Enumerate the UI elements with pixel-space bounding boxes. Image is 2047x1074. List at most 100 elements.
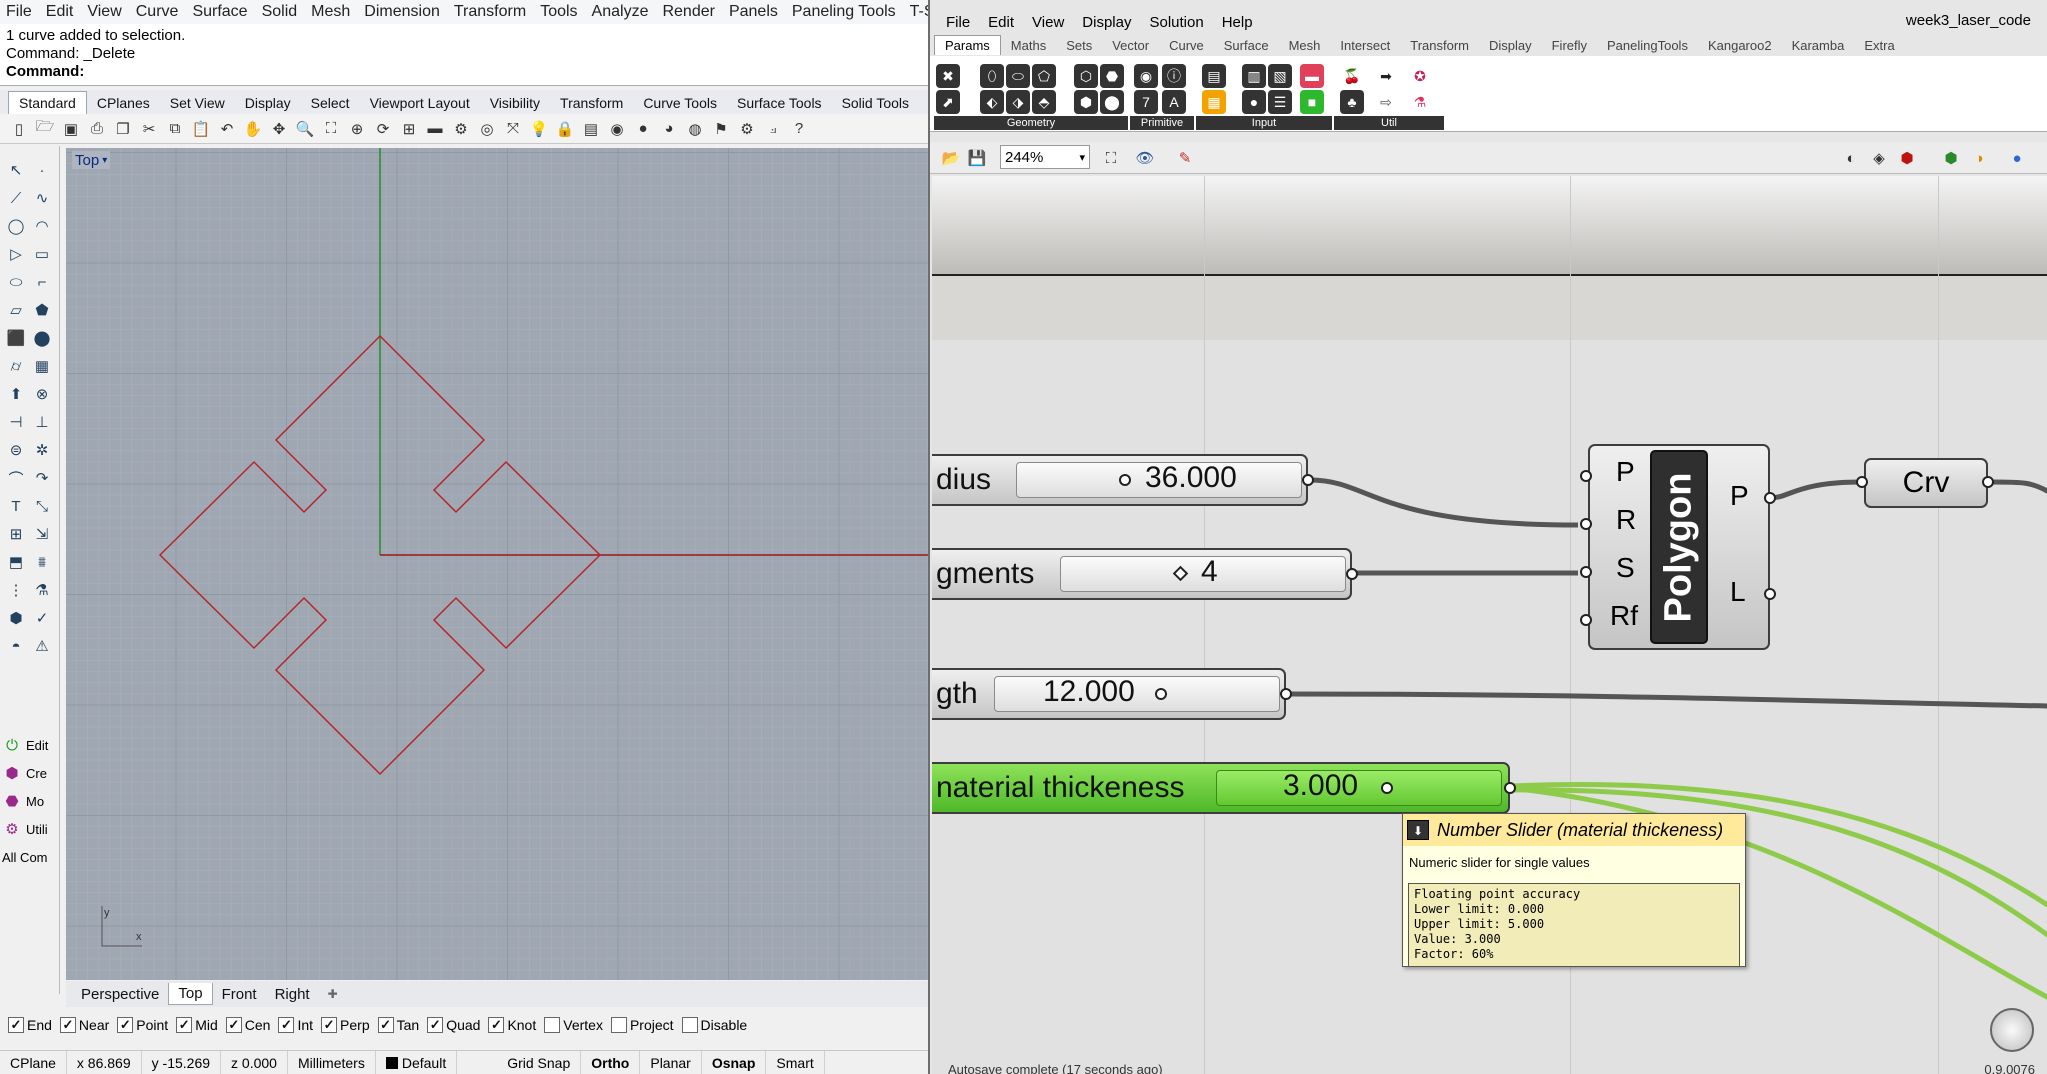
split-icon[interactable]: ⊥	[30, 410, 54, 434]
rectangle-icon[interactable]: ▭	[30, 242, 54, 266]
checkbox[interactable]	[681, 1017, 698, 1033]
gh-menu-display[interactable]: Display	[1082, 14, 1131, 31]
param-rect-icon[interactable]: ⬘	[1032, 90, 1056, 114]
arc-icon[interactable]: ◠	[30, 214, 54, 238]
mesh-icon[interactable]: ▦	[30, 354, 54, 378]
checkbox[interactable]: ✓	[321, 1017, 338, 1033]
tab-transform[interactable]: Transform	[550, 92, 633, 114]
checkbox[interactable]: ✓	[278, 1017, 295, 1033]
gh-menu-file[interactable]: File	[946, 14, 970, 31]
gh-tab-firefly[interactable]: Firefly	[1542, 36, 1597, 55]
zoom-select[interactable]: 244% ▾	[1000, 145, 1090, 169]
tab-cplanes[interactable]: CPlanes	[87, 92, 160, 114]
slider-segments-output-port[interactable]	[1346, 568, 1358, 580]
slider-grip[interactable]	[1119, 474, 1131, 486]
undo-icon[interactable]: ↶	[216, 118, 238, 140]
chevron-down-icon[interactable]: ▾	[1079, 151, 1085, 164]
block-icon[interactable]: ⬒	[4, 550, 28, 574]
osnap-point[interactable]: ✓ Point	[117, 1017, 168, 1033]
slider-thickness-output-port[interactable]	[1504, 782, 1516, 794]
polygon-component[interactable]: P R S Rf Polygon P L	[1588, 444, 1770, 650]
tab-display[interactable]: Display	[235, 92, 301, 114]
explode-icon[interactable]: ✲	[30, 438, 54, 462]
slider-length-output-port[interactable]	[1280, 688, 1292, 700]
bottle-icon[interactable]: ⚗	[30, 578, 54, 602]
add-viewport-icon[interactable]: ✚	[319, 985, 347, 1003]
osnap-end[interactable]: ✓ End	[8, 1017, 52, 1033]
tab-standard[interactable]: Standard	[8, 91, 87, 114]
gh-tab-extra[interactable]: Extra	[1854, 36, 1904, 55]
menu-panels[interactable]: Panels	[729, 3, 778, 21]
point-icon[interactable]: ·	[30, 158, 54, 182]
panel-edit[interactable]: ⏻ Edit	[2, 732, 48, 758]
grid-array-icon[interactable]: ⋮	[4, 578, 28, 602]
layer-icon[interactable]: ▤	[580, 118, 602, 140]
param-vector-icon[interactable]: ⬈	[936, 90, 960, 114]
checkbox[interactable]	[544, 1017, 561, 1033]
trim-icon[interactable]: ⊣	[4, 410, 28, 434]
osnap-vertex[interactable]: Vertex	[544, 1017, 603, 1033]
cylinder-icon[interactable]: ⌭	[4, 354, 28, 378]
smarttrack-toggle[interactable]: Smart	[766, 1051, 825, 1074]
param-curve-icon[interactable]: ⬭	[1006, 64, 1030, 88]
ellipse-icon[interactable]: ⬭	[4, 270, 28, 294]
tab-surface-tools[interactable]: Surface Tools	[727, 92, 832, 114]
input-colour-swatch-icon[interactable]: ■	[1300, 90, 1324, 114]
checkbox[interactable]: ✓	[488, 1017, 505, 1033]
polygon-port-out-l[interactable]	[1764, 588, 1776, 600]
boolean-icon[interactable]: ⊗	[30, 382, 54, 406]
osnap-near[interactable]: ✓ Near	[59, 1017, 109, 1033]
help-icon[interactable]: ?	[788, 118, 810, 140]
polygon-port-p[interactable]	[1580, 470, 1592, 482]
gh-tab-kangaroo2[interactable]: Kangaroo2	[1698, 36, 1782, 55]
tab-viewport-layout[interactable]: Viewport Layout	[360, 92, 480, 114]
tab-curve-tools[interactable]: Curve Tools	[633, 92, 727, 114]
panel-modify[interactable]: ⬣ Mo	[2, 788, 44, 814]
extrude-icon[interactable]: ⬆	[4, 382, 28, 406]
menu-dimension[interactable]: Dimension	[364, 3, 440, 21]
slider-segments-track[interactable]: 4	[1060, 555, 1346, 592]
four-view-icon[interactable]: ⊞	[398, 118, 420, 140]
osnap-project[interactable]: Project	[610, 1017, 674, 1033]
text-icon[interactable]: T	[4, 494, 28, 518]
copy-icon[interactable]: ❐	[112, 118, 134, 140]
gh-tab-transform[interactable]: Transform	[1400, 36, 1479, 55]
param-brep-icon[interactable]: ⬢	[1074, 90, 1098, 114]
render-icon[interactable]: ◓	[4, 634, 28, 658]
menu-solid[interactable]: Solid	[262, 3, 298, 21]
sphere-icon[interactable]: ⬤	[30, 326, 54, 350]
util-tree-icon[interactable]: ♣	[1340, 90, 1364, 114]
cplane-label[interactable]: CPlane	[0, 1051, 67, 1074]
param-mesh-icon[interactable]: ⬣	[1100, 64, 1124, 88]
copy-clipboard-icon[interactable]: ⧉	[164, 118, 186, 140]
box-icon[interactable]: ⬛	[4, 326, 28, 350]
analysis-icon[interactable]: ⬢	[4, 606, 28, 630]
top-viewport[interactable]: Top ▾ y x	[66, 148, 928, 980]
slider-thickness-track[interactable]: 3.000	[1216, 769, 1502, 806]
preview-wireframe-icon[interactable]: ◐	[1840, 147, 1862, 169]
menu-transform[interactable]: Transform	[454, 3, 526, 21]
gumball-icon[interactable]: ⚙	[450, 118, 472, 140]
polygon-port-out-p[interactable]	[1764, 492, 1776, 504]
menu-curve[interactable]: Curve	[136, 3, 179, 21]
checkbox[interactable]: ✓	[8, 1017, 24, 1033]
open-file-icon[interactable]: 📂	[940, 147, 962, 169]
param-boolean-icon[interactable]: ◉	[1134, 64, 1158, 88]
gh-tab-surface[interactable]: Surface	[1214, 36, 1279, 55]
menu-mesh[interactable]: Mesh	[311, 3, 350, 21]
gh-tab-mesh[interactable]: Mesh	[1279, 36, 1331, 55]
tab-select[interactable]: Select	[301, 92, 360, 114]
zoom-extents-icon[interactable]: ⛶	[1100, 147, 1122, 169]
param-text-icon[interactable]: A	[1162, 90, 1186, 114]
preview-shaded-icon[interactable]: ◈	[1868, 147, 1890, 169]
input-gradient-icon[interactable]: ▦	[1202, 90, 1226, 114]
zoom-window-icon[interactable]: ⊕	[346, 118, 368, 140]
menu-surface[interactable]: Surface	[192, 3, 247, 21]
gh-tab-sets[interactable]: Sets	[1056, 36, 1102, 55]
param-arc-icon[interactable]: ⬖	[980, 90, 1004, 114]
cut-icon[interactable]: ✂	[138, 118, 160, 140]
sketch-pen-icon[interactable]: ✎	[1174, 147, 1196, 169]
tab-perspective[interactable]: Perspective	[72, 984, 168, 1005]
param-point-icon[interactable]: ✖	[936, 64, 960, 88]
slider-length[interactable]: gth 12.000	[932, 668, 1286, 720]
